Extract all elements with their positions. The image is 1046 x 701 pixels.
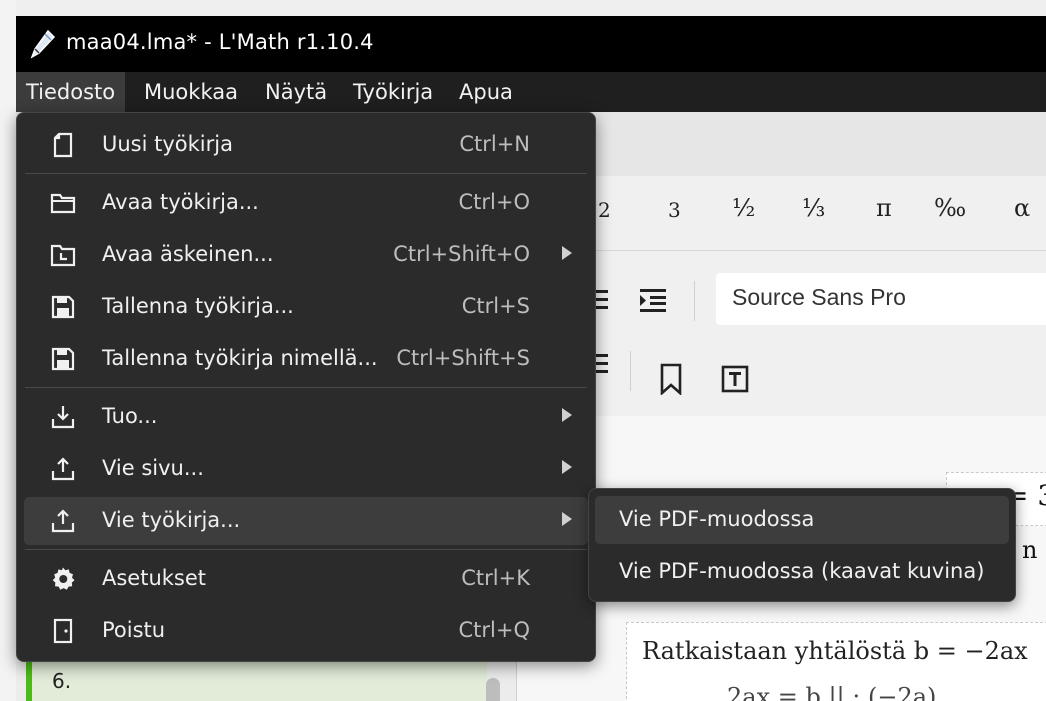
export-icon <box>51 457 75 481</box>
menu-item-shortcut: Ctrl+Q <box>458 618 531 642</box>
title-bar[interactable]: maa04.lma* - L'Math r1.10.4 <box>16 16 1046 72</box>
symbol-button-alpha[interactable]: α <box>1014 194 1030 222</box>
toolbar-divider <box>694 281 695 321</box>
equation-block[interactable]: Ratkaistaan yhtälöstä b = −2ax 2ax = b |… <box>626 622 1046 701</box>
font-family-select[interactable]: Source Sans Pro <box>716 273 1046 325</box>
toolbar-divider <box>630 351 631 391</box>
menu-item-export-page[interactable]: Vie sivu... <box>24 445 588 493</box>
symbol-button-pi[interactable]: π <box>876 194 892 222</box>
menu-item-shortcut: Ctrl+N <box>459 132 530 156</box>
menu-tyokirja[interactable]: Työkirja <box>343 72 443 112</box>
menu-item-shortcut: Ctrl+K <box>461 566 530 590</box>
menu-bar: Tiedosto Muokkaa Näytä Työkirja Apua <box>16 72 1046 112</box>
submenu-item-export-pdf-formulas-as-images[interactable]: Vie PDF-muodossa (kaavat kuvina) <box>595 548 1009 596</box>
indent-icon[interactable] <box>638 287 668 313</box>
menu-apua[interactable]: Apua <box>449 72 523 112</box>
file-menu-dropdown: Uusi työkirja Ctrl+N Avaa työkirja... Ct… <box>16 112 596 662</box>
folder-icon <box>50 193 76 214</box>
scrollbar-thumb[interactable] <box>486 678 500 701</box>
menu-item-new-workbook[interactable]: Uusi työkirja Ctrl+N <box>24 121 588 169</box>
equation-text: Ratkaistaan yhtälöstä b = −2ax <box>642 637 1028 665</box>
symbol-button-half[interactable]: ½ <box>732 194 755 222</box>
submenu-item-label: Vie PDF-muodossa <box>619 507 815 531</box>
submenu-arrow-icon <box>562 408 572 422</box>
menu-item-settings[interactable]: Asetukset Ctrl+K <box>24 555 588 603</box>
menu-item-shortcut: Ctrl+O <box>458 190 531 214</box>
menu-item-label: Asetukset <box>102 566 207 590</box>
export-icon <box>51 509 75 533</box>
new-document-icon <box>53 132 73 158</box>
recent-icon <box>50 244 76 267</box>
menu-item-label: Vie sivu... <box>102 456 204 480</box>
bookmark-icon[interactable] <box>658 363 684 395</box>
menu-nayta[interactable]: Näytä <box>255 72 337 112</box>
gear-icon <box>52 567 75 590</box>
menu-tiedosto[interactable]: Tiedosto <box>16 72 126 112</box>
symbol-button-superscript-2[interactable]: 2 <box>598 198 611 222</box>
menu-item-label: Tallenna työkirja... <box>102 294 294 318</box>
menu-item-export-workbook[interactable]: Vie työkirja... <box>24 497 588 545</box>
menu-item-import[interactable]: Tuo... <box>24 393 588 441</box>
menu-item-shortcut: Ctrl+Shift+O <box>393 242 530 266</box>
menu-muokkaa[interactable]: Muokkaa <box>134 72 248 112</box>
exit-door-icon <box>53 618 73 644</box>
menu-item-label: Vie työkirja... <box>102 508 241 532</box>
window-title: maa04.lma* - L'Math r1.10.4 <box>66 30 374 54</box>
menu-item-shortcut: Ctrl+S <box>461 294 530 318</box>
menu-item-open-workbook[interactable]: Avaa työkirja... Ctrl+O <box>24 179 588 227</box>
submenu-arrow-icon <box>562 512 572 526</box>
symbol-button-superscript-3[interactable]: 3 <box>668 198 681 222</box>
submenu-arrow-icon <box>562 246 572 260</box>
menu-separator <box>25 173 587 174</box>
symbol-button-third[interactable]: ⅓ <box>802 194 825 222</box>
task-number: 6. <box>52 669 72 693</box>
menu-item-label: Uusi työkirja <box>102 132 233 156</box>
menu-item-label: Tuo... <box>102 404 158 428</box>
menu-item-exit[interactable]: Poistu Ctrl+Q <box>24 607 588 655</box>
font-family-value: Source Sans Pro <box>732 284 906 310</box>
menu-item-shortcut: Ctrl+Shift+S <box>396 346 530 370</box>
menu-item-label: Poistu <box>102 618 166 642</box>
import-icon <box>51 406 75 429</box>
equation-text-line2: 2ax = b || : (−2a) <box>727 683 937 701</box>
menu-item-label: Avaa äskeinen... <box>102 242 274 266</box>
save-icon <box>51 295 75 319</box>
symbol-button-per-mille[interactable]: ‰ <box>934 194 966 222</box>
submenu-arrow-icon <box>562 460 572 474</box>
menu-item-save-workbook[interactable]: Tallenna työkirja... Ctrl+S <box>24 283 588 331</box>
save-as-icon <box>51 347 75 371</box>
task-list-item[interactable]: 6. <box>26 661 487 701</box>
menu-item-label: Tallenna työkirja nimellä... <box>102 346 378 370</box>
export-workbook-submenu: Vie PDF-muodossa Vie PDF-muodossa (kaava… <box>588 488 1016 602</box>
desktop-background <box>0 0 16 701</box>
menu-item-save-workbook-as[interactable]: Tallenna työkirja nimellä... Ctrl+Shift+… <box>24 335 588 383</box>
menu-separator <box>25 387 587 388</box>
submenu-item-export-pdf[interactable]: Vie PDF-muodossa <box>595 496 1009 544</box>
submenu-item-label: Vie PDF-muodossa (kaavat kuvina) <box>619 559 985 583</box>
menu-separator <box>25 549 587 550</box>
text-box-icon[interactable] <box>720 364 750 394</box>
pen-icon <box>30 29 56 59</box>
menu-item-label: Avaa työkirja... <box>102 190 259 214</box>
menu-item-open-recent[interactable]: Avaa äskeinen... Ctrl+Shift+O <box>24 231 588 279</box>
